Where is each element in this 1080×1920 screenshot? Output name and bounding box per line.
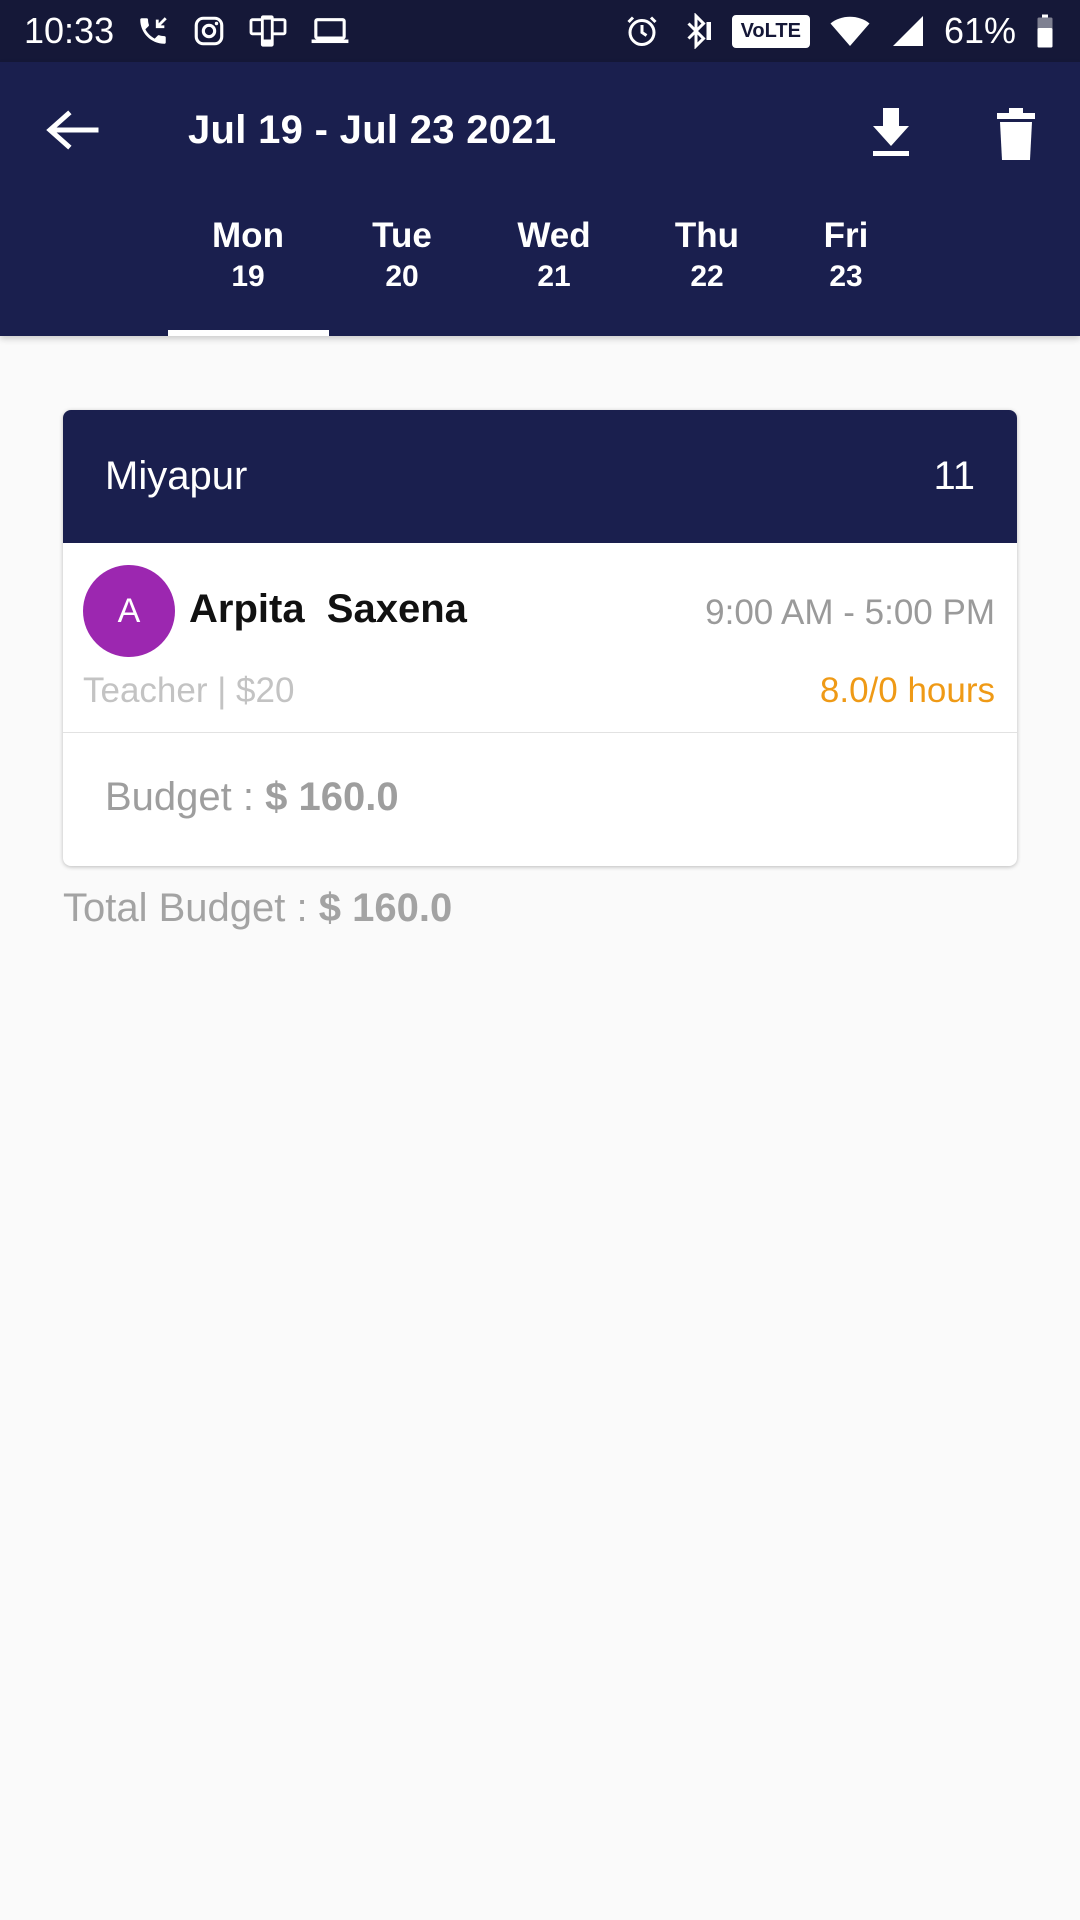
arrow-left-icon (46, 110, 99, 150)
tab-day-label: Tue (372, 216, 432, 255)
alarm-icon (624, 13, 660, 49)
budget-label: Budget : (105, 775, 266, 819)
location-header[interactable]: Miyapur 11 (63, 410, 1017, 543)
budget-value: $ 160.0 (265, 775, 399, 819)
volte-icon: VoLTE (731, 14, 810, 48)
tab-tue[interactable]: Tue 20 (322, 208, 482, 336)
wifi-calling-icon (136, 14, 170, 48)
avatar: A (83, 565, 175, 657)
tab-thu[interactable]: Thu 22 (627, 208, 787, 336)
role-rate: Teacher | $20 (83, 671, 295, 710)
employee-row[interactable]: A Arpita Saxena 9:00 AM - 5:00 PM Teache… (63, 543, 1017, 733)
hours: 8.0/0 hours (819, 671, 995, 710)
tab-date-label: 21 (537, 260, 571, 293)
day-tabs: Mon 19 Tue 20 Wed 21 Thu 22 Fri 23 (0, 208, 1080, 336)
tab-day-label: Wed (517, 216, 591, 255)
back-button[interactable] (44, 108, 104, 152)
location-count: 11 (933, 454, 975, 498)
tab-date-label: 23 (829, 260, 863, 293)
location-card: Miyapur 11 A Arpita Saxena 9:00 AM - 5:0… (63, 410, 1017, 866)
tab-fri[interactable]: Fri 23 (766, 208, 926, 336)
trash-icon (997, 108, 1035, 160)
tab-mon[interactable]: Mon 19 (168, 208, 328, 336)
total-budget-value: $ 160.0 (318, 886, 453, 930)
employee-name: Arpita Saxena (189, 587, 467, 631)
laptop-icon (310, 14, 350, 48)
page-title: Jul 19 - Jul 23 2021 (188, 108, 557, 152)
shift-time: 9:00 AM - 5:00 PM (705, 593, 995, 632)
tab-date-label: 19 (231, 260, 265, 293)
tab-wed[interactable]: Wed 21 (474, 208, 634, 336)
delete-button[interactable] (994, 106, 1038, 162)
cell-signal-icon (890, 13, 926, 49)
tab-date-label: 22 (690, 260, 724, 293)
total-budget: Total Budget : $ 160.0 (63, 886, 452, 931)
tab-day-label: Thu (674, 216, 740, 255)
status-bar: 10:33 VoLTE 61% (0, 0, 1080, 62)
download-button[interactable] (866, 106, 916, 158)
instagram-icon (192, 14, 226, 48)
tab-date-label: 20 (385, 260, 419, 293)
bluetooth-icon (678, 13, 714, 49)
device-icon (248, 14, 288, 48)
app-bar: Jul 19 - Jul 23 2021 Mon 19 Tue 20 Wed 2… (0, 62, 1080, 336)
tab-day-label: Fri (823, 216, 869, 255)
tab-day-label: Mon (212, 216, 284, 255)
download-icon (873, 108, 909, 156)
wifi-icon (828, 13, 872, 49)
selected-tab-indicator (168, 330, 329, 336)
location-budget: Budget : $ 160.0 (63, 733, 1017, 862)
status-time: 10:33 (24, 10, 115, 51)
battery-icon (1034, 13, 1056, 49)
location-name: Miyapur (105, 454, 248, 498)
battery-percent: 61% (943, 10, 1016, 51)
total-budget-label: Total Budget : (63, 886, 319, 930)
